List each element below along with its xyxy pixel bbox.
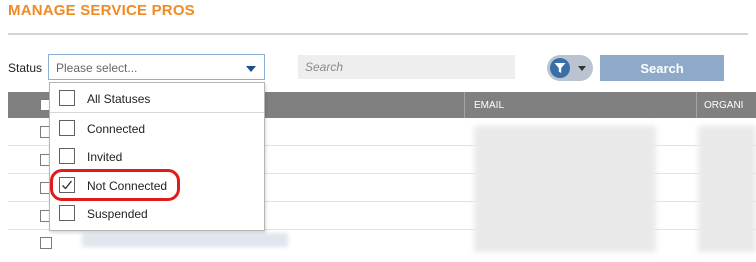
option-separator — [50, 112, 264, 113]
column-separator — [464, 92, 465, 118]
column-header-organization[interactable]: ORGANI — [704, 100, 743, 111]
status-dropdown-menu: All Statuses Connected Invited Not Conne… — [49, 82, 265, 231]
option-label: Connected — [87, 122, 146, 136]
column-separator — [696, 92, 697, 118]
status-select[interactable]: Please select... — [48, 54, 265, 80]
chevron-down-icon — [578, 66, 586, 71]
status-option-all-statuses[interactable]: All Statuses — [50, 84, 264, 112]
option-label: Suspended — [87, 207, 148, 221]
option-label: Invited — [87, 150, 123, 164]
search-button[interactable]: Search — [600, 55, 724, 81]
title-divider — [8, 33, 748, 35]
chevron-down-icon — [246, 66, 256, 72]
status-option-connected[interactable]: Connected — [50, 114, 264, 142]
status-option-invited[interactable]: Invited — [50, 142, 264, 170]
option-checkbox[interactable] — [59, 90, 75, 106]
status-option-suspended[interactable]: Suspended — [50, 199, 264, 227]
annotation-highlight — [50, 169, 180, 201]
filter-button[interactable] — [547, 55, 593, 81]
option-checkbox[interactable] — [59, 205, 75, 221]
option-checkbox[interactable] — [59, 120, 75, 136]
option-label: All Statuses — [87, 92, 151, 106]
status-label: Status — [8, 61, 43, 75]
redacted-organization-column — [698, 126, 756, 252]
option-checkbox[interactable] — [59, 148, 75, 164]
status-select-placeholder: Please select... — [56, 61, 138, 75]
page-title: MANAGE SERVICE PROS — [8, 2, 195, 19]
column-header-email[interactable]: EMAIL — [474, 100, 504, 111]
funnel-icon — [550, 58, 570, 78]
redacted-email-column — [474, 126, 656, 252]
row-checkbox[interactable] — [40, 237, 52, 249]
search-input[interactable] — [298, 55, 515, 79]
redacted-name-cell — [82, 233, 288, 247]
